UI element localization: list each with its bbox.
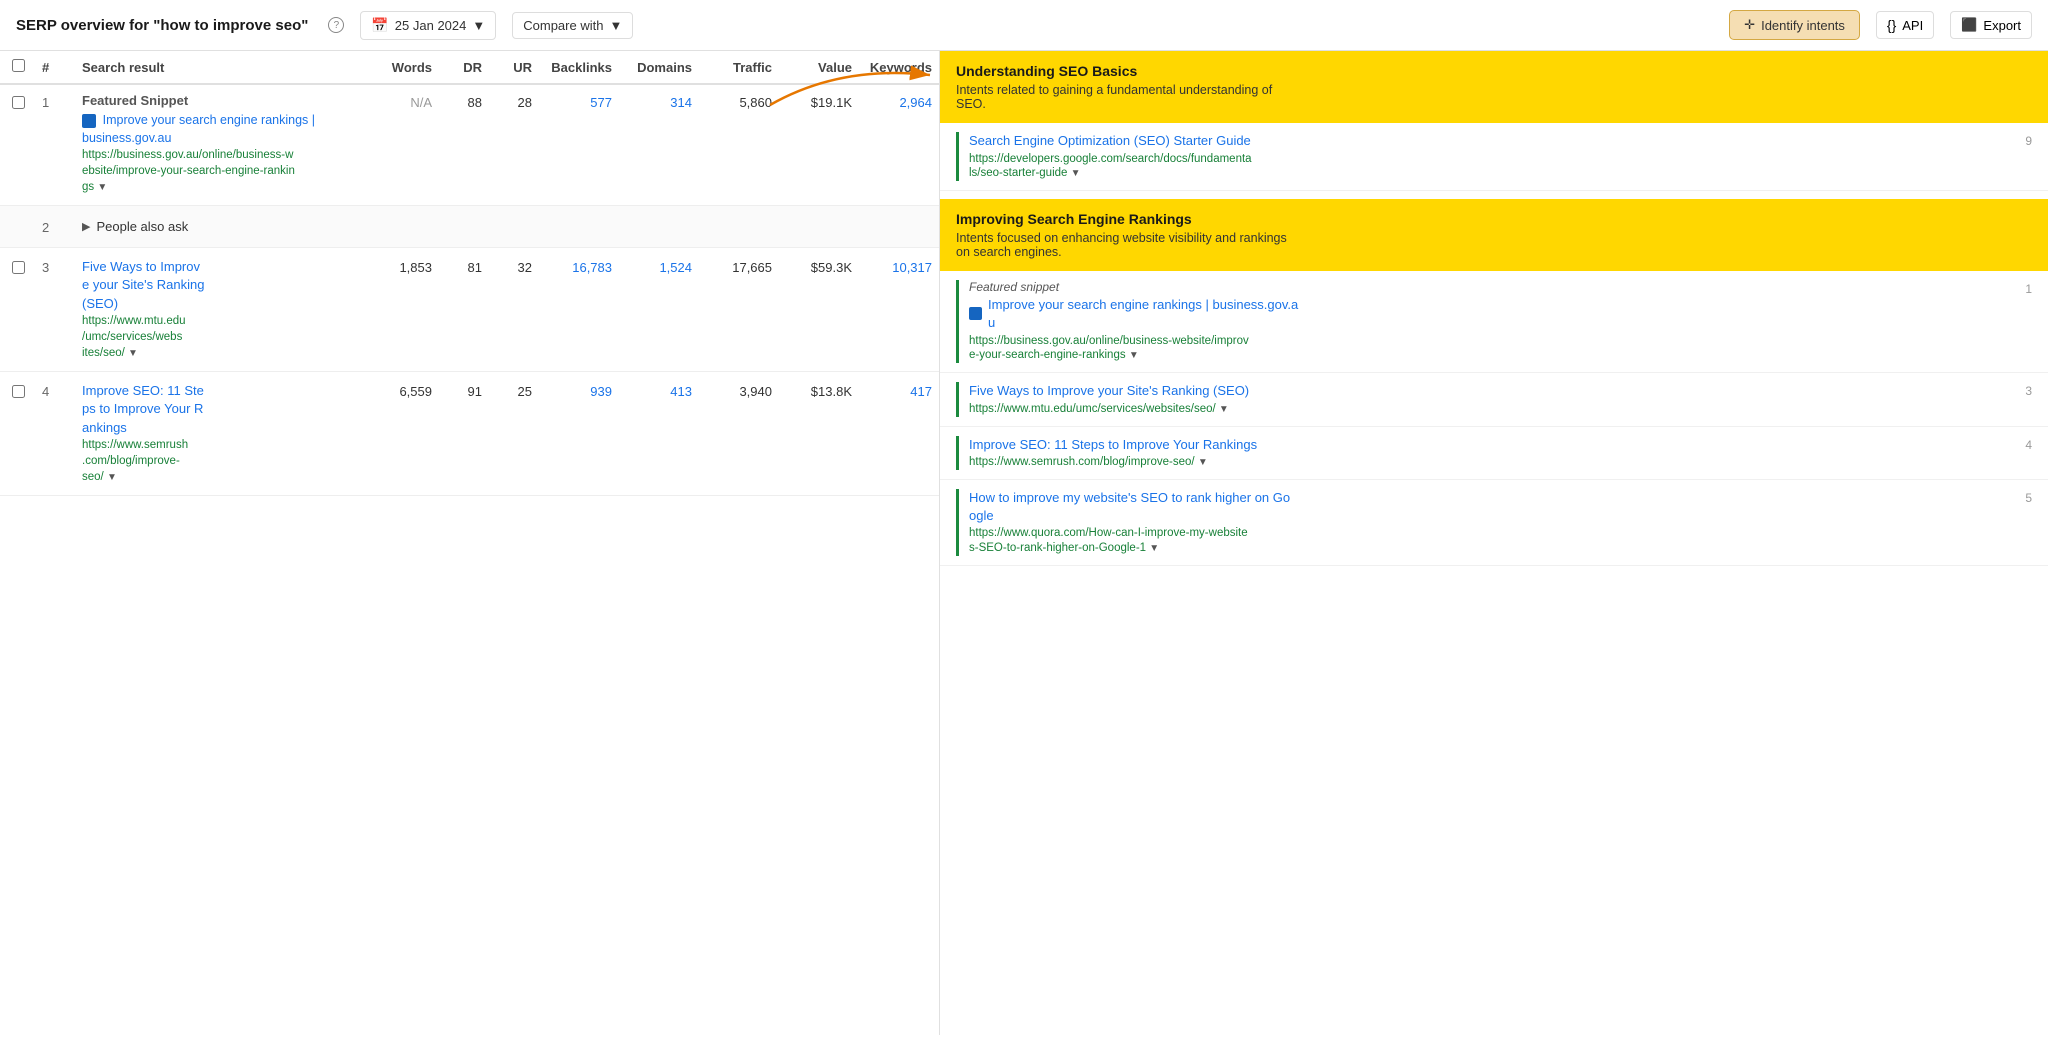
intent-items-2: Featured snippet Improve your search eng… xyxy=(940,271,2048,566)
favicon xyxy=(82,114,96,128)
row-checkbox[interactable] xyxy=(12,258,42,277)
row-result-cell: Five Ways to Improve your Site's Ranking… xyxy=(82,258,362,361)
help-icon[interactable]: ? xyxy=(328,17,344,33)
people-also-ask-label: People also ask xyxy=(96,219,188,234)
col-value: Value xyxy=(772,60,852,75)
col-backlinks: Backlinks xyxy=(532,60,612,75)
table-header: # Search result Words DR UR Backlinks Do… xyxy=(0,51,939,85)
chevron-down-icon: ▼ xyxy=(472,18,485,33)
compare-with-button[interactable]: Compare with ▼ xyxy=(512,12,633,39)
row-checkbox[interactable] xyxy=(12,382,42,401)
date-button[interactable]: 📅 25 Jan 2024 ▼ xyxy=(360,11,496,40)
intent-header-1: Understanding SEO Basics Intents related… xyxy=(940,51,2048,123)
intent-item: How to improve my website's SEO to rank … xyxy=(940,480,2048,566)
export-icon: ⬛ xyxy=(1961,17,1977,33)
intents-panel: Understanding SEO Basics Intents related… xyxy=(940,51,2048,1035)
col-keywords: Keywords xyxy=(852,60,932,75)
export-button[interactable]: ⬛ Export xyxy=(1950,11,2032,39)
intent-items-1: Search Engine Optimization (SEO) Starter… xyxy=(940,123,2048,191)
col-words: Words xyxy=(362,60,432,75)
people-also-ask-row: 2 ▶ People also ask xyxy=(0,206,939,248)
serp-table: # Search result Words DR UR Backlinks Do… xyxy=(0,51,940,1035)
col-traffic: Traffic xyxy=(692,60,772,75)
header: SERP overview for "how to improve seo" ?… xyxy=(0,0,2048,51)
sparkle-icon: ✛ xyxy=(1744,17,1755,33)
intent-section-1: Understanding SEO Basics Intents related… xyxy=(940,51,2048,191)
col-dr: DR xyxy=(432,60,482,75)
row-result-cell: Improve SEO: 11 Steps to Improve Your Ra… xyxy=(82,382,362,485)
intent-section-2: Improving Search Engine Rankings Intents… xyxy=(940,199,2048,566)
table-row: 3 Five Ways to Improve your Site's Ranki… xyxy=(0,248,939,372)
intent-item: Five Ways to Improve your Site's Ranking… xyxy=(940,373,2048,426)
checkbox-header[interactable] xyxy=(12,59,42,75)
row-result-cell: Featured Snippet Improve your search eng… xyxy=(82,93,362,195)
api-icon: {} xyxy=(1887,17,1896,33)
col-search-result: Search result xyxy=(82,60,362,75)
col-domains: Domains xyxy=(612,60,692,75)
identify-intents-button[interactable]: ✛ Identify intents xyxy=(1729,10,1860,40)
calendar-icon: 📅 xyxy=(371,17,388,34)
row-checkbox[interactable] xyxy=(12,93,42,112)
col-num: # xyxy=(42,60,82,75)
table-row: 1 Featured Snippet Improve your search e… xyxy=(0,85,939,206)
main-content: # Search result Words DR UR Backlinks Do… xyxy=(0,51,2048,1035)
table-row: 4 Improve SEO: 11 Steps to Improve Your … xyxy=(0,372,939,496)
api-button[interactable]: {} API xyxy=(1876,11,1934,39)
intent-item: Featured snippet Improve your search eng… xyxy=(940,271,2048,373)
intent-header-2: Improving Search Engine Rankings Intents… xyxy=(940,199,2048,271)
arrow-right-icon: ▶ xyxy=(82,220,90,233)
col-ur: UR xyxy=(482,60,532,75)
favicon xyxy=(969,307,982,320)
chevron-down-icon: ▼ xyxy=(609,18,622,33)
page-title: SERP overview for "how to improve seo" xyxy=(16,17,308,34)
intent-item: Search Engine Optimization (SEO) Starter… xyxy=(940,123,2048,191)
intent-item: Improve SEO: 11 Steps to Improve Your Ra… xyxy=(940,427,2048,480)
